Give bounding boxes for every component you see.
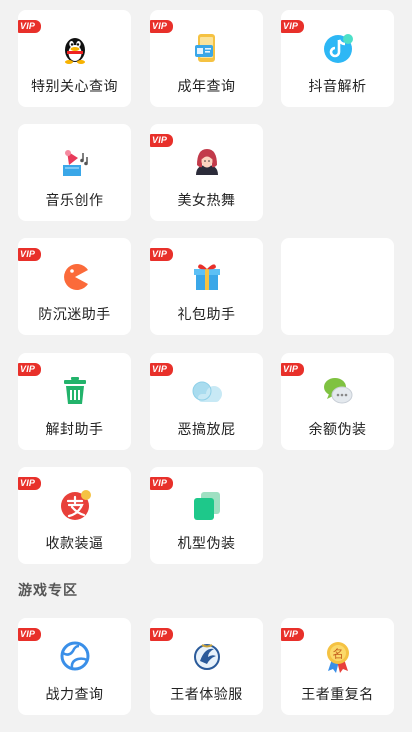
tool-card-gift-helper[interactable]: VIP 礼包助手 [150,238,263,335]
name-medal-icon: 名 [321,639,355,673]
tool-label: 恶搞放屁 [177,422,236,438]
tool-label: 王者重复名 [301,687,374,703]
vip-badge: VIP [150,134,173,147]
globe-icon [58,639,92,673]
tool-label: 美女热舞 [177,193,236,209]
tools-screen: VIP 特别关心查询 VIP 成年查询 VIP 抖音解析 音乐创作 VIP 美女… [0,0,412,732]
tool-label: 特别关心查询 [31,79,118,95]
tool-label: 战力查询 [45,687,104,703]
vip-badge: VIP [281,363,304,376]
tool-card-anti-addiction[interactable]: VIP 防沉迷助手 [18,238,131,335]
tool-card-empty [281,238,394,335]
qq-penguin-icon [58,31,92,65]
phone-layers-icon [190,488,224,522]
svg-text:名: 名 [333,647,344,661]
vip-badge: VIP [281,20,304,33]
vip-badge: VIP [18,248,41,261]
vip-badge: VIP [18,628,41,641]
tool-card-music-create[interactable]: 音乐创作 [18,124,131,221]
tiktok-icon [321,31,355,65]
tool-card-payment-show[interactable]: VIP 收款装逼 [18,467,131,564]
tool-card-unban-helper[interactable]: VIP 解封助手 [18,353,131,450]
tool-label: 音乐创作 [45,193,104,209]
tool-card-douyin-parse[interactable]: VIP 抖音解析 [281,10,394,107]
tool-card-kings-duplicate-name[interactable]: VIP 名 王者重复名 [281,618,394,715]
tool-label: 王者体验服 [170,687,243,703]
tool-label: 解封助手 [45,422,104,438]
vip-badge: VIP [150,363,173,376]
tool-card-balance-disguise[interactable]: VIP 余额伪装 [281,353,394,450]
tool-label: 礼包助手 [177,307,236,323]
tool-card-prank-fart[interactable]: VIP 恶搞放屁 [150,353,263,450]
id-card-phone-icon [190,31,224,65]
vip-badge: VIP [18,477,41,490]
tool-card-kings-test-server[interactable]: VIP 王者体验服 [150,618,263,715]
gramophone-icon [58,145,92,179]
game-section-title: 游戏专区 [18,583,78,599]
tool-card-special-care[interactable]: VIP 特别关心查询 [18,10,131,107]
gift-box-icon [190,259,224,293]
girl-avatar-icon [190,145,224,179]
vip-badge: VIP [18,20,41,33]
vip-badge: VIP [18,363,41,376]
tool-card-dance[interactable]: VIP 美女热舞 [150,124,263,221]
vip-badge: VIP [150,248,173,261]
kings-emblem-icon [190,639,224,673]
vip-badge: VIP [281,628,304,641]
tool-label: 收款装逼 [45,536,104,552]
tool-card-power-query[interactable]: VIP 战力查询 [18,618,131,715]
alipay-icon [58,488,92,522]
chat-bubbles-icon [321,374,355,408]
tool-label: 防沉迷助手 [38,307,111,323]
vip-badge: VIP [150,20,173,33]
vip-badge: VIP [150,628,173,641]
tool-label: 抖音解析 [308,79,367,95]
tool-card-model-disguise[interactable]: VIP 机型伪装 [150,467,263,564]
trash-bin-icon [58,374,92,408]
pacman-icon [58,259,92,293]
vip-badge: VIP [150,477,173,490]
tool-card-adult-check[interactable]: VIP 成年查询 [150,10,263,107]
tool-label: 余额伪装 [308,422,367,438]
cloud-icon [190,374,224,408]
tool-label: 机型伪装 [177,536,236,552]
tool-label: 成年查询 [177,79,236,95]
